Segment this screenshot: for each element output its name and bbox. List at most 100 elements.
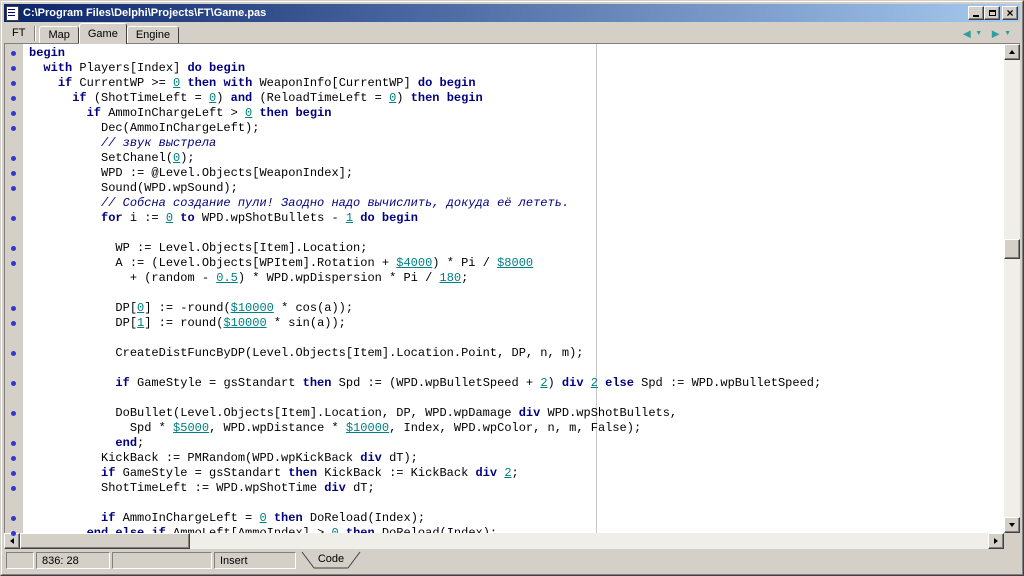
code-line: if AmmoInChargeLeft = 0 then DoReload(In… <box>29 511 1004 526</box>
code-line: if GameStyle = gsStandart then Spd := (W… <box>29 376 1004 391</box>
horizontal-scrollbar-row <box>4 533 1020 549</box>
vertical-scrollbar[interactable] <box>1004 44 1020 533</box>
scroll-down-button[interactable] <box>1004 517 1020 533</box>
code-editor[interactable]: begin with Players[Index] do begin if Cu… <box>23 44 1004 533</box>
window-title: C:\Program Files\Delphi\Projects\FT\Game… <box>23 7 266 19</box>
compiled-line-dot-icon <box>11 351 16 356</box>
horizontal-scrollbar[interactable] <box>4 533 1004 549</box>
arrow-up-icon <box>1009 50 1015 54</box>
scroll-up-button[interactable] <box>1004 44 1020 60</box>
scroll-right-button[interactable] <box>988 533 1004 549</box>
code-text: AmmoLeft[AmmoIndex] > <box>166 526 332 533</box>
number-literal: 2 <box>504 466 511 480</box>
compiled-line-dot-icon <box>11 246 16 251</box>
window-content: C:\Program Files\Delphi\Projects\FT\Game… <box>2 2 1022 574</box>
code-text: dT); <box>382 451 418 465</box>
keyword: div <box>476 466 498 480</box>
restore-button[interactable] <box>984 6 1000 20</box>
keyword: do <box>418 76 432 90</box>
code-text: KickBack := PMRandom(WPD.wpKickBack <box>101 451 360 465</box>
code-line <box>29 496 1004 511</box>
keyword: then <box>288 466 317 480</box>
code-line: DP[1] := round($10000 * sin(a)); <box>29 316 1004 331</box>
code-line: for i := 0 to WPD.wpShotBullets - 1 do b… <box>29 211 1004 226</box>
arrow-right-icon <box>994 538 998 544</box>
tab-engine[interactable]: Engine <box>127 26 179 43</box>
compiled-line-dot-icon <box>11 516 16 521</box>
compiled-line-dot-icon <box>11 81 16 86</box>
title-bar[interactable]: C:\Program Files\Delphi\Projects\FT\Game… <box>4 4 1020 22</box>
keyword: end <box>87 526 109 533</box>
code-line: with Players[Index] do begin <box>29 61 1004 76</box>
code-line: if AmmoInChargeLeft > 0 then begin <box>29 106 1004 121</box>
code-text: , WPD.wpDistance * <box>209 421 346 435</box>
back-dropdown-icon[interactable]: ▼ <box>975 29 982 39</box>
code-text: Spd := (WPD.wpBulletSpeed + <box>331 376 540 390</box>
forward-arrow-icon[interactable]: ► <box>989 28 1002 40</box>
keyword: do <box>187 61 201 75</box>
status-insert-mode: Insert <box>214 552 296 569</box>
keyword: then <box>411 91 440 105</box>
code-line: ShotTimeLeft := WPD.wpShotTime div dT; <box>29 481 1004 496</box>
code-text: * sin(a)); <box>267 316 346 330</box>
keyword: for <box>101 211 123 225</box>
compiled-line-dot-icon <box>11 321 16 326</box>
browse-navigation: ◄ ▼ ► ▼ <box>960 28 1018 43</box>
code-text: ) <box>548 376 562 390</box>
code-line: KickBack := PMRandom(WPD.wpKickBack div … <box>29 451 1004 466</box>
back-arrow-icon[interactable]: ◄ <box>960 28 973 40</box>
keyword: do <box>360 211 374 225</box>
code-text: ; <box>461 271 468 285</box>
code-text: Sound(WPD.wpSound); <box>101 181 238 195</box>
code-text <box>339 526 346 533</box>
keyword: if <box>115 376 129 390</box>
tab-game[interactable]: Game <box>79 23 127 44</box>
close-button[interactable]: × <box>1002 6 1018 20</box>
compiled-line-dot-icon <box>11 486 16 491</box>
code-line: end; <box>29 436 1004 451</box>
keyword: with <box>223 76 252 90</box>
number-literal: $5000 <box>173 421 209 435</box>
keyword: end <box>115 436 137 450</box>
editor-gutter[interactable] <box>5 44 23 533</box>
code-text: WPD.wpShotBullets - <box>195 211 346 225</box>
forward-dropdown-icon[interactable]: ▼ <box>1004 29 1011 39</box>
code-text: Spd * <box>130 421 173 435</box>
minimize-button[interactable] <box>968 6 984 20</box>
compiled-line-dot-icon <box>11 471 16 476</box>
project-label: FT <box>6 27 34 43</box>
scrollbar-corner <box>1004 533 1020 549</box>
code-line: CreateDistFuncByDP(Level.Objects[Item].L… <box>29 346 1004 361</box>
number-literal: $8000 <box>497 256 533 270</box>
vertical-scroll-thumb[interactable] <box>1004 239 1020 259</box>
keyword: then <box>187 76 216 90</box>
code-line: end else if AmmoLeft[AmmoIndex] > 0 then… <box>29 526 1004 533</box>
compiled-line-dot-icon <box>11 261 16 266</box>
keyword: then <box>303 376 332 390</box>
keyword: else <box>115 526 144 533</box>
code-text: (ShotTimeLeft = <box>87 91 209 105</box>
code-text: ShotTimeLeft := WPD.wpShotTime <box>101 481 324 495</box>
arrow-down-icon <box>1009 523 1015 527</box>
keyword: if <box>151 526 165 533</box>
number-literal: 0 <box>166 211 173 225</box>
code-text: * cos(a)); <box>274 301 353 315</box>
code-text: AmmoInChargeLeft > <box>101 106 245 120</box>
code-line: if CurrentWP >= 0 then with WeaponInfo[C… <box>29 76 1004 91</box>
code-line: + (random - 0.5) * WPD.wpDispersion * Pi… <box>29 271 1004 286</box>
code-bottom-tab[interactable]: Code <box>299 551 363 570</box>
horizontal-scroll-thumb[interactable] <box>20 533 190 549</box>
code-text: ) * Pi / <box>432 256 497 270</box>
keyword: if <box>101 511 115 525</box>
comment: // Собсна создание пули! Заодно надо выч… <box>101 196 569 210</box>
code-text: Dec(AmmoInChargeLeft); <box>101 121 259 135</box>
code-text: DoReload(Index); <box>303 511 425 525</box>
keyword: div <box>519 406 541 420</box>
keyword: then <box>274 511 303 525</box>
keyword: if <box>101 466 115 480</box>
tab-map[interactable]: Map <box>39 26 78 43</box>
code-line: Sound(WPD.wpSound); <box>29 181 1004 196</box>
delphi-editor-window: C:\Program Files\Delphi\Projects\FT\Game… <box>0 0 1024 576</box>
code-text: AmmoInChargeLeft = <box>115 511 259 525</box>
arrow-left-icon <box>10 538 14 544</box>
